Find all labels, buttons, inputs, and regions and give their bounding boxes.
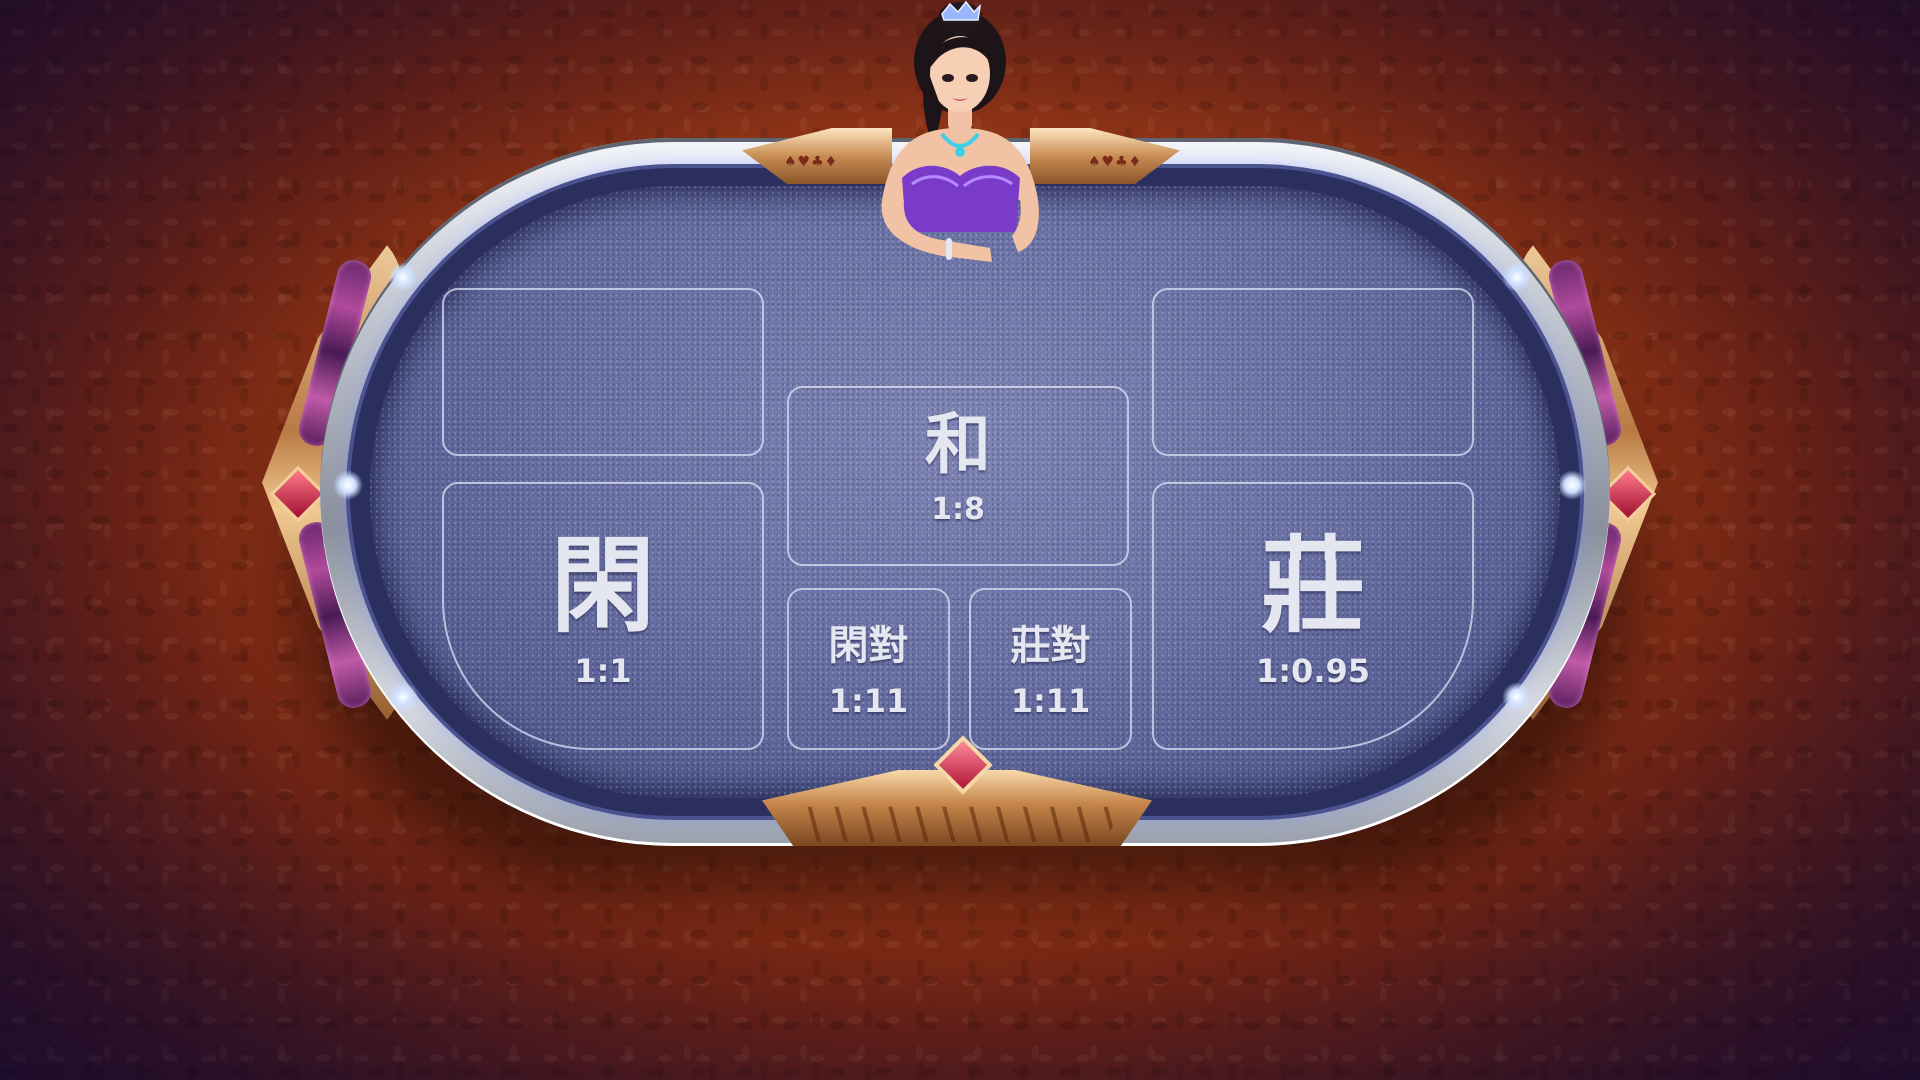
rim-light-icon	[333, 470, 363, 500]
card-suits-icon: ♠♥♣♦	[784, 154, 839, 170]
banker-label: 莊	[1260, 525, 1365, 647]
player-pair-bet-area[interactable]: 閑對 1:11	[787, 588, 950, 750]
player-pair-label: 閑對	[828, 623, 909, 669]
tie-bet-area[interactable]: 和 1:8	[787, 386, 1129, 566]
tie-label: 和	[925, 406, 991, 483]
banker-pair-odds: 1:11	[1010, 682, 1091, 720]
player-bet-area[interactable]: 閑 1:1	[442, 482, 764, 750]
player-label: 閑	[550, 525, 655, 647]
banker-bet-area[interactable]: 莊 1:0.95	[1152, 482, 1474, 750]
game-screen: ♠♥♣♦ ♠♥♣♦ 和 1:8 閑 1:1 閑對 1:11 莊對 1:11 莊 …	[0, 0, 1920, 1080]
banker-side-bet-area[interactable]	[1152, 288, 1474, 456]
player-odds: 1:1	[574, 652, 632, 690]
card-suits-icon: ♠♥♣♦	[1088, 154, 1143, 170]
tie-odds: 1:8	[931, 492, 985, 527]
dealer-avatar	[881, 0, 1039, 262]
banker-pair-label: 莊對	[1010, 623, 1091, 669]
banker-pair-bet-area[interactable]: 莊對 1:11	[969, 588, 1132, 750]
rim-light-icon	[1557, 470, 1587, 500]
banker-odds: 1:0.95	[1255, 652, 1370, 690]
player-side-bet-area[interactable]	[442, 288, 764, 456]
player-pair-odds: 1:11	[828, 682, 909, 720]
